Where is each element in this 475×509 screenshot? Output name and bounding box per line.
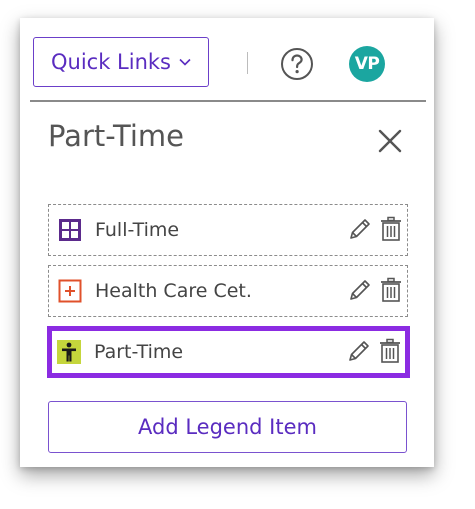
legend-item-full-time[interactable]: Full-Time bbox=[48, 204, 408, 256]
legend-item-part-time[interactable]: Part-Time bbox=[47, 326, 410, 378]
legend-item-label: Full-Time bbox=[95, 219, 180, 241]
trash-icon[interactable] bbox=[378, 338, 402, 364]
chevron-down-icon bbox=[179, 56, 191, 68]
legend-item-label: Health Care Cet. bbox=[95, 280, 252, 302]
pencil-icon[interactable] bbox=[346, 338, 372, 364]
add-legend-item-button[interactable]: Add Legend Item bbox=[48, 401, 407, 453]
plus-box-icon bbox=[58, 279, 82, 303]
pencil-icon[interactable] bbox=[347, 216, 373, 242]
top-bar: Quick Links VP bbox=[20, 18, 434, 100]
pencil-icon[interactable] bbox=[347, 277, 373, 303]
help-circle-icon[interactable] bbox=[280, 47, 314, 81]
legend-panel: Quick Links VP Part-Time Full-Time Healt… bbox=[20, 18, 434, 467]
quick-links-button[interactable]: Quick Links bbox=[33, 37, 209, 87]
legend-item-health-care[interactable]: Health Care Cet. bbox=[48, 265, 408, 317]
quick-links-label: Quick Links bbox=[50, 50, 171, 74]
avatar-initials: VP bbox=[354, 54, 380, 74]
legend-list: Full-Time Health Care Cet. Part-Time bbox=[47, 204, 410, 387]
toolbar-divider bbox=[247, 52, 248, 74]
panel-title: Part-Time bbox=[48, 119, 185, 153]
trash-icon[interactable] bbox=[379, 277, 403, 303]
person-icon bbox=[57, 340, 81, 364]
user-avatar[interactable]: VP bbox=[349, 46, 385, 82]
legend-item-label: Part-Time bbox=[94, 341, 184, 363]
grid-icon bbox=[58, 218, 82, 242]
header-divider bbox=[30, 100, 426, 102]
close-icon[interactable] bbox=[377, 128, 403, 154]
trash-icon[interactable] bbox=[379, 216, 403, 242]
